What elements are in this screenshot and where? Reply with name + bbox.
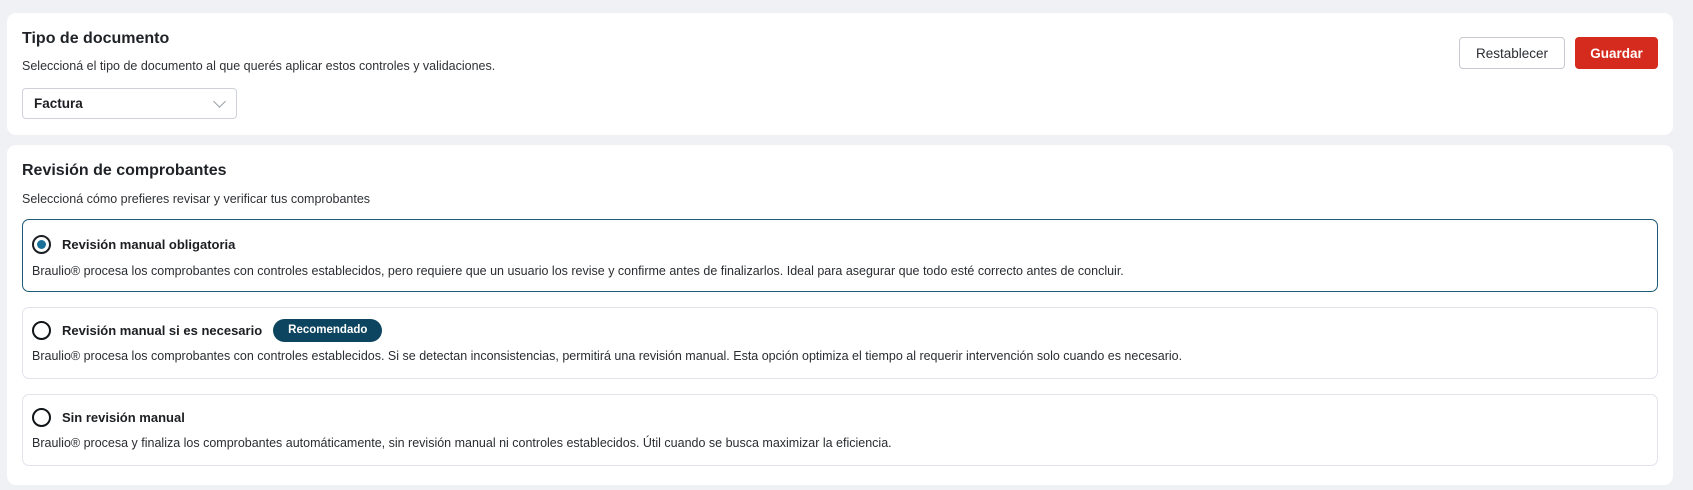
radio-dot-icon (37, 239, 46, 249)
option-description: Braulio® procesa y finaliza los comproba… (32, 436, 892, 450)
option-no-review[interactable]: Sin revisión manual Braulio® procesa y f… (22, 394, 1658, 466)
document-type-title: Tipo de documento (22, 30, 170, 47)
reset-button[interactable]: Restablecer (1459, 37, 1565, 69)
radio-button[interactable] (32, 320, 51, 340)
option-description: Braulio® procesa los comprobantes con co… (32, 264, 1124, 278)
option-label: Revisión manual si es necesario (62, 322, 263, 338)
review-title: Revisión de comprobantes (22, 162, 227, 179)
option-head: Revisión manual obligatoria (32, 234, 1647, 254)
save-button[interactable]: Guardar (1575, 37, 1658, 69)
recommended-badge: Recomendado (273, 318, 383, 342)
actions: Restablecer Guardar (1459, 37, 1658, 69)
page: Tipo de documento Seleccioná el tipo de … (0, 0, 1693, 490)
option-head: Revisión manual si es necesario Recomend… (32, 318, 1647, 342)
document-type-select[interactable]: Factura (22, 88, 237, 119)
document-type-select-value: Factura (34, 96, 83, 111)
document-type-subtitle: Seleccioná el tipo de documento al que q… (22, 59, 496, 73)
option-head: Sin revisión manual (32, 407, 1647, 427)
review-subtitle: Seleccioná cómo prefieres revisar y veri… (22, 192, 371, 206)
radio-button[interactable] (32, 407, 51, 427)
radio-button-checked[interactable] (32, 234, 51, 254)
chevron-down-icon (213, 94, 226, 108)
option-label: Sin revisión manual (62, 409, 185, 425)
option-description: Braulio® procesa los comprobantes con co… (32, 349, 1183, 363)
option-label: Revisión manual obligatoria (62, 236, 236, 252)
document-type-card: Tipo de documento Seleccioná el tipo de … (7, 13, 1673, 135)
option-review-if-needed[interactable]: Revisión manual si es necesario Recomend… (22, 307, 1658, 379)
review-card: Revisión de comprobantes Seleccioná cómo… (7, 145, 1673, 485)
option-mandatory-review[interactable]: Revisión manual obligatoria Braulio® pro… (22, 219, 1658, 292)
